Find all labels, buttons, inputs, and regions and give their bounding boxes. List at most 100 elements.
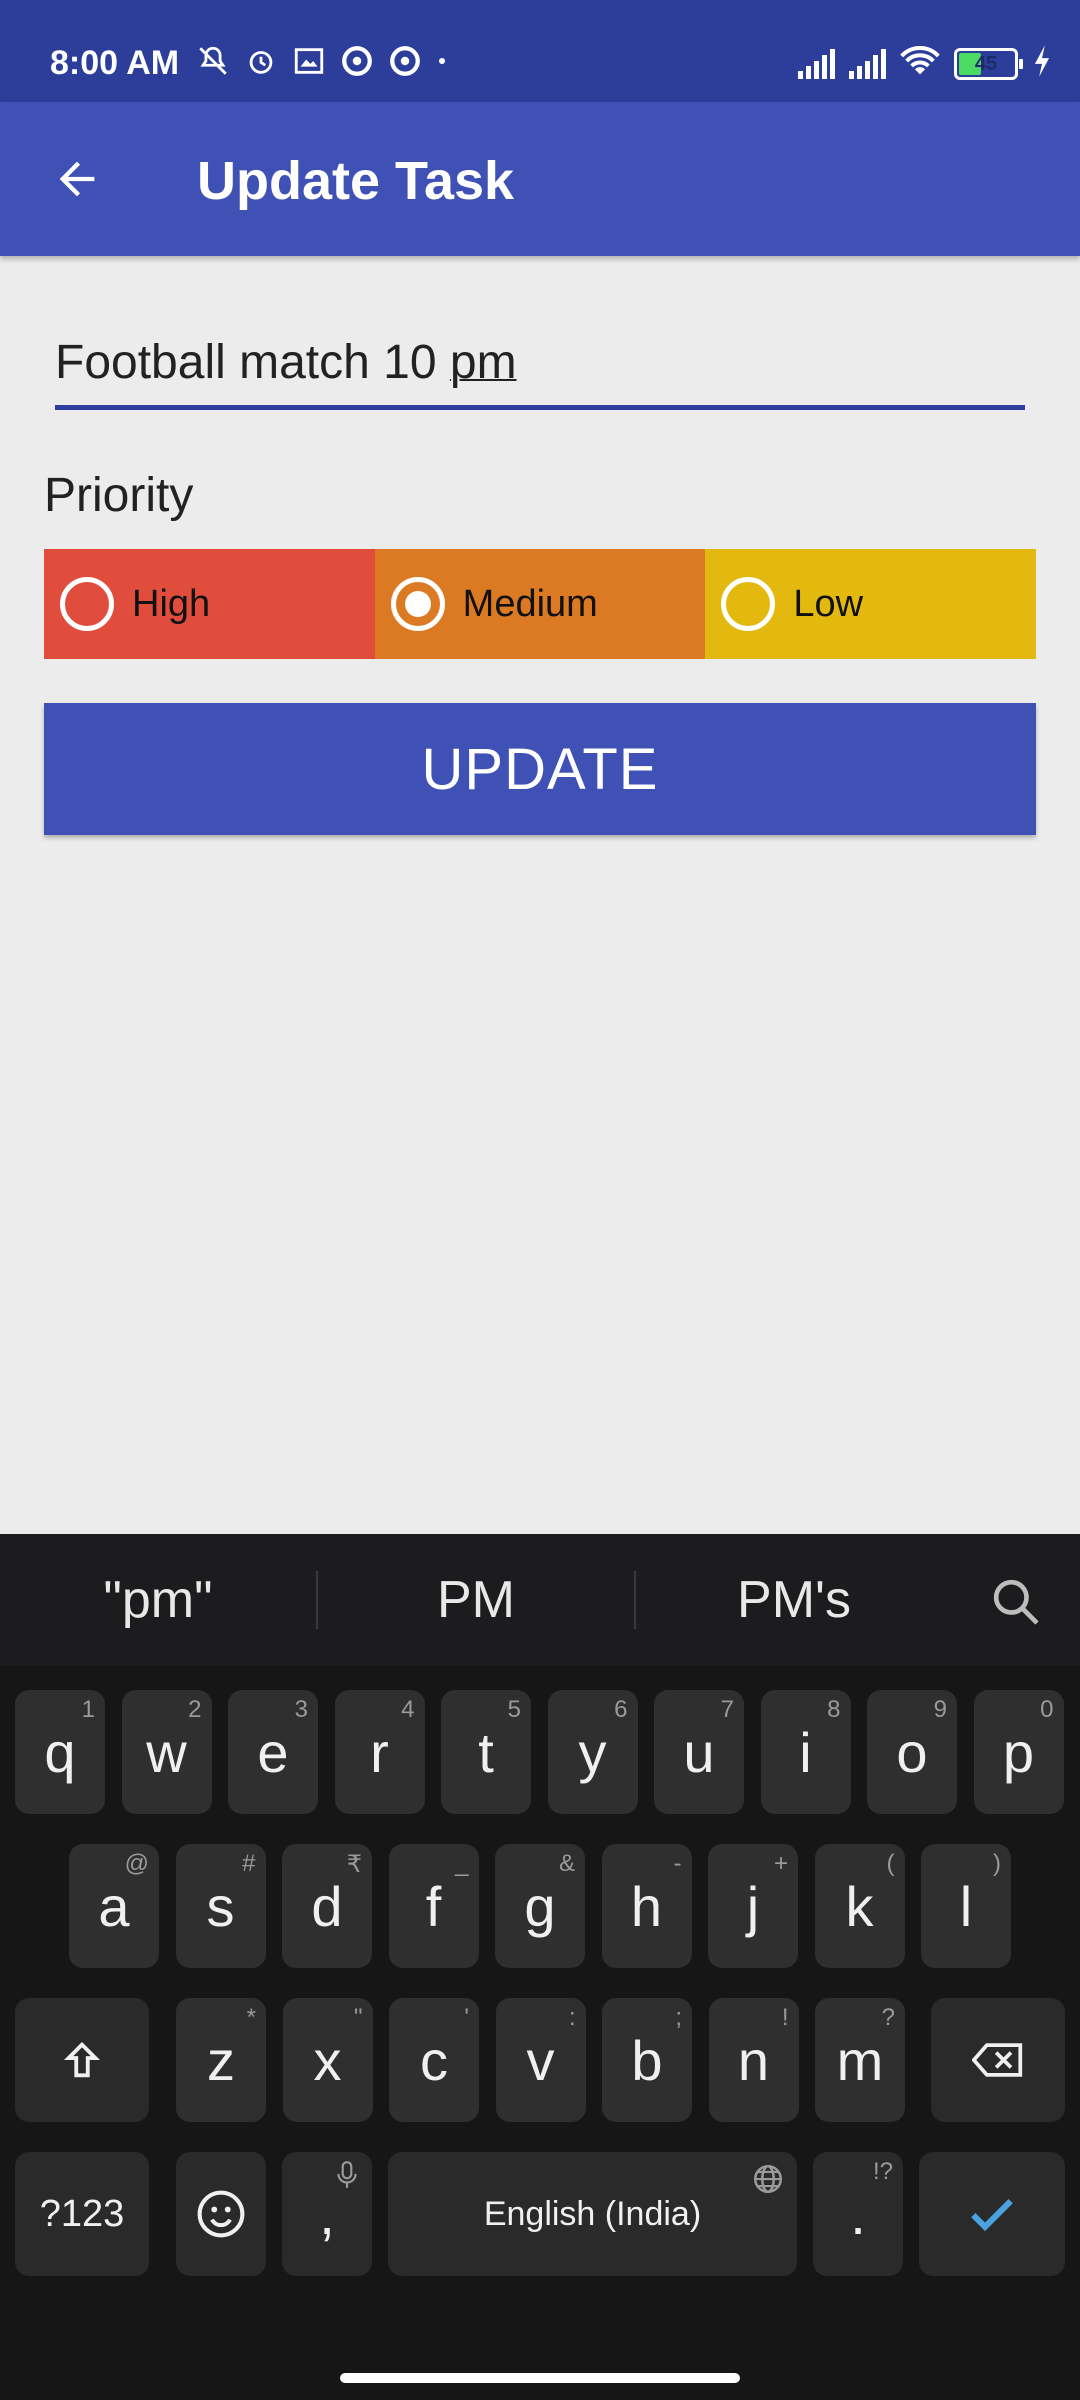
key-s[interactable]: s # bbox=[175, 1844, 266, 1968]
key-j[interactable]: j + bbox=[708, 1844, 798, 1968]
enter-key[interactable] bbox=[919, 2152, 1065, 2276]
home-indicator[interactable] bbox=[340, 2373, 740, 2383]
key-label: y bbox=[578, 1720, 607, 1784]
suggestion-1[interactable]: "pm" bbox=[0, 1570, 316, 1630]
key-label: e bbox=[257, 1720, 289, 1784]
key-hint: 4 bbox=[401, 1696, 415, 1723]
key-hint: + bbox=[773, 1850, 788, 1877]
key-u[interactable]: u7 bbox=[654, 1690, 744, 1814]
key-hint: 5 bbox=[507, 1696, 521, 1723]
key-z[interactable]: z * bbox=[176, 1998, 266, 2122]
status-time: 8:00 AM bbox=[50, 44, 180, 82]
space-key[interactable]: English (India) bbox=[388, 2152, 797, 2276]
wifi-icon bbox=[900, 44, 940, 83]
priority-high-label: High bbox=[132, 582, 211, 625]
priority-high-option[interactable]: High bbox=[44, 549, 375, 659]
key-hint: 2 bbox=[188, 1696, 202, 1723]
key-hint: 0 bbox=[1040, 1696, 1054, 1723]
backspace-icon bbox=[972, 2043, 1023, 2077]
alarm-icon bbox=[244, 44, 278, 84]
key-label: m bbox=[836, 2028, 884, 2092]
key-o[interactable]: o9 bbox=[867, 1690, 957, 1814]
globe-icon bbox=[753, 2164, 783, 2194]
key-label: a bbox=[98, 1874, 130, 1938]
key-q[interactable]: q1 bbox=[15, 1690, 105, 1814]
key-hint: : bbox=[568, 2004, 576, 2031]
key-label: w bbox=[146, 1720, 187, 1784]
signal-icon bbox=[798, 48, 835, 79]
key-v[interactable]: v: bbox=[495, 1998, 586, 2122]
key-a[interactable]: a @ bbox=[69, 1844, 159, 1968]
backspace-key[interactable] bbox=[931, 1998, 1065, 2122]
suggestion-bar: "pm" PM PM's bbox=[0, 1534, 1080, 1666]
key-hint: _ bbox=[455, 1850, 469, 1877]
photo-icon bbox=[292, 44, 326, 84]
battery-level: 45 bbox=[974, 52, 998, 75]
key-label: o bbox=[896, 1720, 928, 1784]
arrow-back-icon bbox=[59, 161, 95, 197]
page-title: Update Task bbox=[197, 151, 515, 211]
suggestion-2[interactable]: PM bbox=[318, 1570, 634, 1630]
key-hint: 7 bbox=[720, 1696, 734, 1723]
suggestion-3[interactable]: PM's bbox=[636, 1570, 952, 1630]
key-i[interactable]: i8 bbox=[760, 1690, 851, 1814]
key-g[interactable]: g & bbox=[495, 1844, 585, 1968]
key-hint: # bbox=[242, 1850, 256, 1877]
priority-medium-label: Medium bbox=[462, 582, 598, 625]
key-c[interactable]: c ' bbox=[389, 1998, 479, 2122]
key-t[interactable]: t5 bbox=[441, 1690, 531, 1814]
key-y[interactable]: y6 bbox=[547, 1690, 638, 1814]
radio-medium[interactable] bbox=[390, 577, 445, 631]
key-hint: ( bbox=[886, 1850, 895, 1877]
key-label: u bbox=[683, 1720, 715, 1784]
key-h[interactable]: h- bbox=[601, 1844, 692, 1968]
key-label: p bbox=[1002, 1720, 1035, 1784]
key-p[interactable]: p0 bbox=[973, 1690, 1064, 1814]
key-x[interactable]: x " bbox=[282, 1998, 373, 2122]
radio-low[interactable] bbox=[721, 577, 776, 631]
key-label: g bbox=[524, 1874, 556, 1938]
key-hint: ) bbox=[993, 1850, 1001, 1877]
update-button[interactable]: UPDATE bbox=[44, 703, 1036, 835]
key-d[interactable]: d ₹ bbox=[282, 1844, 372, 1968]
key-hint: 3 bbox=[294, 1696, 308, 1723]
soft-keyboard: "pm" PM PM's q 1 w 2 e 3 r 4 t 5 y 6 u 7 i 8 o 9 p 0 a @ s # d ₹ f… bbox=[0, 1534, 1080, 2400]
more-dot-icon bbox=[436, 44, 448, 84]
key-hint: & bbox=[558, 1850, 575, 1877]
key-hint: - bbox=[673, 1850, 682, 1877]
back-button[interactable] bbox=[36, 138, 118, 220]
key-hint: 1 bbox=[81, 1696, 95, 1723]
key-l[interactable]: l) bbox=[921, 1844, 1011, 1968]
key-e[interactable]: e3 bbox=[228, 1690, 318, 1814]
key-label: h bbox=[630, 1874, 663, 1938]
charging-icon bbox=[1032, 44, 1052, 83]
priority-medium-option[interactable]: Medium bbox=[374, 549, 706, 659]
period-label: . bbox=[850, 2182, 866, 2246]
key-label: c bbox=[420, 2028, 448, 2092]
period-key[interactable]: . !? bbox=[813, 2152, 903, 2276]
key-hint: * bbox=[246, 2004, 256, 2031]
emoji-key[interactable] bbox=[176, 2152, 266, 2276]
search-icon[interactable] bbox=[988, 1574, 1044, 1630]
key-w[interactable]: w2 bbox=[121, 1690, 212, 1814]
radio-high[interactable] bbox=[60, 577, 114, 631]
key-label: b bbox=[631, 2028, 663, 2092]
key-n[interactable]: n! bbox=[708, 1998, 799, 2122]
key-label: d bbox=[311, 1874, 343, 1938]
key-b[interactable]: b; bbox=[602, 1998, 692, 2122]
signal-icon bbox=[849, 48, 886, 79]
key-label: q bbox=[44, 1720, 76, 1784]
key-m[interactable]: m? bbox=[815, 1998, 905, 2122]
key-f[interactable]: f _ bbox=[388, 1844, 479, 1968]
shift-key[interactable] bbox=[15, 1998, 149, 2122]
comma-key[interactable]: , bbox=[282, 2152, 372, 2276]
key-r[interactable]: r4 bbox=[334, 1690, 425, 1814]
priority-low-option[interactable]: Low bbox=[705, 549, 1037, 659]
task-input[interactable] bbox=[55, 320, 1025, 410]
symbols-key[interactable]: ?123 bbox=[15, 2152, 149, 2276]
checkmark-icon bbox=[971, 2199, 1013, 2232]
battery-icon: 45 bbox=[954, 47, 1023, 80]
key-hint: ? bbox=[881, 2004, 895, 2031]
key-k[interactable]: k( bbox=[814, 1844, 905, 1968]
emoji-icon bbox=[197, 2190, 245, 2238]
